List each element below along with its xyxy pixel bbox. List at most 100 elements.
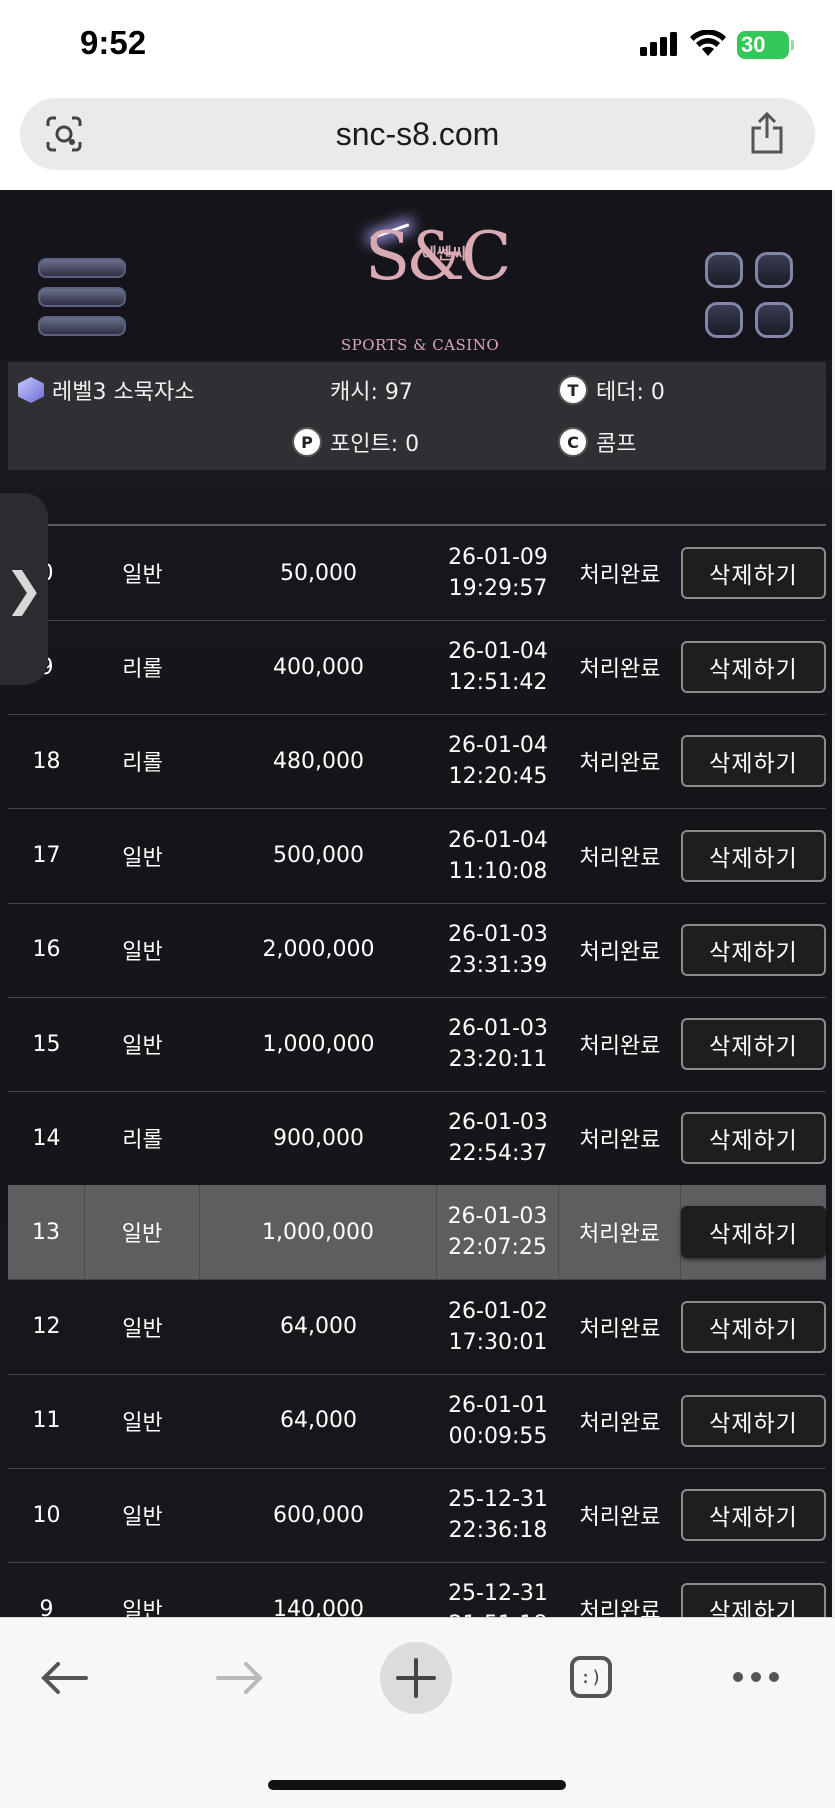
menu-icon[interactable] — [38, 258, 126, 345]
level-user-text: 레벨3 소묵자소 — [52, 380, 195, 405]
row-number: 17 — [32, 843, 61, 869]
row-action-cell: 삭제하기 — [681, 1562, 826, 1617]
delete-button[interactable]: 삭제하기 — [681, 1018, 826, 1070]
tabs-icon: :) — [580, 1666, 602, 1688]
table-row: 9 일반 140,000 25-12-31 21:51:18 처리완료 삭제하기 — [8, 1562, 826, 1617]
battery-icon: 30 — [737, 31, 794, 59]
row-type: 일반 — [122, 1410, 163, 1436]
tether-icon: T — [558, 375, 588, 405]
more-icon[interactable] — [732, 1670, 780, 1684]
row-time: 00:09:55 — [448, 1423, 548, 1449]
row-datetime: 26-01-01 00:09:55 — [437, 1374, 559, 1468]
row-action-cell: 삭제하기 — [681, 1185, 826, 1279]
delete-button[interactable]: 삭제하기 — [681, 641, 826, 694]
row-time: 11:10:08 — [448, 858, 548, 884]
delete-button[interactable]: 삭제하기 — [681, 547, 826, 599]
table-row: 18 리롤 480,000 26-01-04 12:20:45 처리완료 삭제하기 — [8, 714, 826, 810]
logo-subtitle: SPORTS & CASINO — [340, 336, 500, 354]
comp-icon: C — [558, 427, 588, 457]
row-status: 처리완료 — [579, 563, 661, 588]
url-text[interactable]: snc-s8.com — [20, 116, 815, 153]
delete-button[interactable]: 삭제하기 — [681, 1394, 826, 1447]
row-status: 처리완료 — [559, 1185, 681, 1280]
row-amount: 480,000 — [273, 748, 364, 774]
delete-button[interactable]: 삭제하기 — [681, 1583, 826, 1617]
delete-button[interactable]: 삭제하기 — [681, 1489, 826, 1541]
row-amount: 50,000 — [280, 560, 357, 586]
row-status: 처리완료 — [579, 845, 661, 871]
row-type: 일반 — [85, 1185, 200, 1280]
row-date: 26-01-03 — [448, 1016, 548, 1041]
row-type: 일반 — [122, 1505, 163, 1530]
tether-text: 테더: 0 — [596, 380, 665, 405]
delete-button[interactable]: 삭제하기 — [681, 1300, 826, 1353]
address-bar[interactable]: snc-s8.com — [20, 98, 815, 170]
table-row: 10 일반 600,000 25-12-31 22:36:18 처리완료 삭제하기 — [8, 1468, 826, 1563]
row-time: 22:36:18 — [448, 1518, 548, 1543]
tabs-button[interactable]: :) — [570, 1656, 612, 1698]
delete-button[interactable]: 삭제하기 — [681, 1112, 826, 1165]
home-indicator — [268, 1780, 566, 1790]
row-date: 26-01-01 — [448, 1392, 548, 1418]
row-amount: 1,000,000 — [200, 1185, 437, 1280]
row-type: 리롤 — [122, 1128, 163, 1154]
row-number: 12 — [32, 1314, 61, 1340]
row-date: 26-01-03 — [447, 1204, 548, 1230]
browser-toolbar: :) — [0, 1617, 835, 1808]
row-status: 처리완료 — [579, 1316, 661, 1342]
points-balance: P 포인트: 0 — [292, 426, 419, 458]
row-status: 처리완료 — [579, 657, 661, 683]
comp-link[interactable]: C 콤프 — [558, 426, 636, 458]
row-datetime: 26-01-04 12:51:42 — [437, 620, 559, 714]
table-row: 0일반50,00026-01-0919:29:57처리완료삭제하기 — [8, 526, 826, 621]
table-row: 14 리롤 900,000 26-01-03 22:54:37 처리완료 삭제하기 — [8, 1091, 826, 1187]
row-date: 26-01-04 — [448, 827, 548, 853]
status-time: 9:52 — [80, 24, 147, 61]
row-number: 11 — [32, 1408, 61, 1434]
row-number: 16 — [32, 937, 61, 963]
logo-korean-text: 에쎈씨 — [422, 244, 467, 263]
cellular-signal-icon — [640, 32, 677, 56]
row-time: 22:54:37 — [448, 1141, 548, 1167]
row-date: 26-01-03 — [448, 921, 548, 947]
chevron-right-icon: ❯ — [4, 562, 44, 616]
delete-button[interactable]: 삭제하기 — [681, 829, 826, 882]
delete-button[interactable]: 삭제하기 — [681, 735, 826, 788]
row-amount: 400,000 — [273, 654, 364, 680]
row-action-cell: 삭제하기 — [681, 620, 826, 714]
apps-grid-icon[interactable] — [705, 252, 797, 344]
row-time: 19:29:57 — [448, 576, 548, 601]
row-type: 일반 — [122, 939, 163, 965]
back-arrow-icon[interactable] — [40, 1660, 88, 1696]
delete-button[interactable]: 삭제하기 — [681, 1206, 826, 1259]
row-status: 처리완료 — [579, 1505, 661, 1530]
row-datetime: 26-01-02 17:30:01 — [437, 1280, 559, 1374]
row-action-cell: 삭제하기 — [681, 997, 826, 1091]
level-user: 레벨3 소묵자소 — [18, 374, 194, 406]
new-tab-button[interactable] — [380, 1642, 452, 1714]
row-datetime: 26-01-04 11:10:08 — [437, 809, 559, 903]
cash-balance: 캐시: 97 — [330, 374, 413, 406]
row-amount: 900,000 — [273, 1125, 364, 1151]
comp-text[interactable]: 콤프 — [596, 426, 636, 458]
points-icon: P — [292, 427, 322, 457]
table-row: 11 일반 64,000 26-01-01 00:09:55 처리완료 삭제하기 — [8, 1374, 826, 1469]
row-status: 처리완료 — [579, 751, 661, 777]
row-action-cell: 삭제하기 — [681, 1468, 826, 1562]
row-action-cell: 삭제하기 — [681, 1374, 826, 1468]
row-time: 17:30:01 — [448, 1329, 548, 1355]
row-number: 15 — [32, 1031, 61, 1057]
row-time: 22:07:25 — [448, 1235, 547, 1261]
delete-button[interactable]: 삭제하기 — [681, 923, 826, 976]
table-row: 16 일반 2,000,000 26-01-03 23:31:39 처리완료 삭제하기 — [8, 903, 826, 998]
row-datetime: 25-12-31 22:36:18 — [437, 1468, 559, 1562]
side-drawer-tab[interactable]: ❯ — [0, 493, 48, 685]
row-action-cell: 삭제하기 — [681, 714, 826, 808]
row-number: 18 — [32, 748, 61, 774]
site-logo[interactable]: S&C 에쎈씨 SPORTS & CASINO — [330, 200, 512, 360]
level-cube-icon — [18, 377, 44, 403]
row-action-cell: 삭제하기 — [681, 526, 826, 620]
row-date: 26-01-03 — [448, 1110, 548, 1136]
share-icon[interactable] — [749, 112, 785, 154]
forward-arrow-icon[interactable] — [216, 1660, 264, 1696]
